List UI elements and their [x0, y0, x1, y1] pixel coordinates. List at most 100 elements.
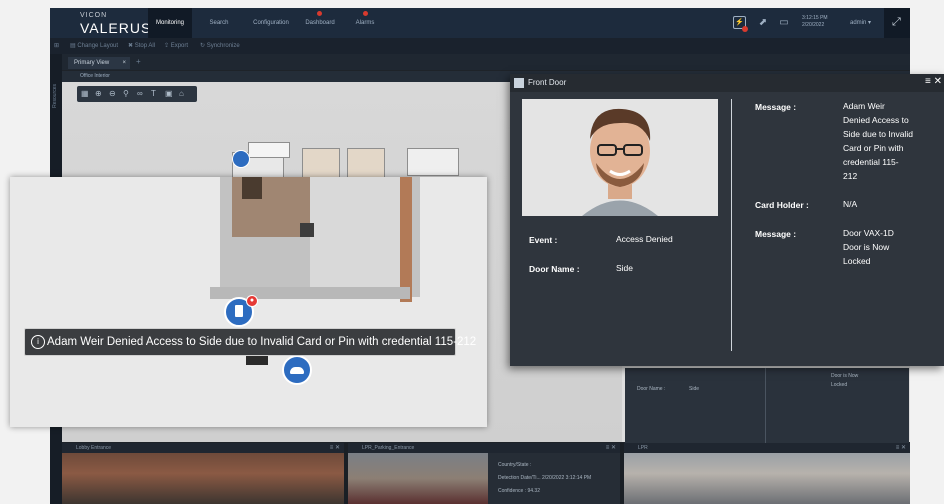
export-button[interactable]: ⇪ Export — [164, 42, 188, 49]
text-icon[interactable]: T — [151, 89, 160, 98]
alarms-alert-icon — [363, 11, 368, 16]
nav-tab-monitoring[interactable]: Monitoring — [148, 8, 192, 38]
clock: 3:12:15 PM 2/20/2022 — [802, 15, 828, 29]
fullscreen-button[interactable]: ⤢ — [884, 8, 910, 38]
layers-icon[interactable]: ▦ — [81, 89, 90, 98]
lpr-confidence-value: 94.32 — [527, 488, 540, 494]
info-icon: i — [31, 335, 45, 349]
zoom-out-icon[interactable]: ⊖ — [109, 89, 118, 98]
grid-icon[interactable]: ⊞ — [54, 42, 59, 49]
change-layout-button[interactable]: ▤ Change Layout — [70, 42, 118, 49]
video-tile-lobby-header: Lobby Entrance ≡ ✕ — [62, 443, 344, 453]
clock-time: 3:12:15 PM — [802, 15, 828, 21]
video-tile-lpr-parking[interactable]: LPR_Parking_Entrance ≡ ✕ Country/State : … — [348, 443, 620, 504]
home-icon[interactable]: ⌂ — [179, 89, 188, 98]
lpr-country-label: Country/State : — [498, 462, 532, 468]
lpr-detection-label: Detection Date/Ti... — [498, 475, 541, 481]
card-holder-value: N/A — [843, 199, 858, 209]
lobby-video-feed — [62, 453, 344, 504]
tab-primary-view-label: Primary View — [74, 60, 110, 66]
view-tabs: Primary View × + — [62, 54, 910, 70]
video-tile-lobby[interactable]: Lobby Entrance ≡ ✕ — [62, 443, 344, 504]
close-icon[interactable]: ≡ ✕ — [896, 443, 906, 453]
video-tile-lpr-title: LPR — [638, 445, 648, 451]
link-icon[interactable]: ∞ — [137, 89, 146, 98]
alarm-details-panel: Door Name : Side Door is Now Locked — [625, 368, 909, 443]
dashboard-alert-icon — [317, 11, 322, 16]
lpr-video-feed — [348, 453, 488, 504]
room-device — [300, 223, 314, 237]
events-alert-icon — [742, 26, 748, 32]
message-line: 212 — [843, 171, 858, 181]
video-tile-lpr-header: LPR ≡ ✕ — [624, 443, 910, 453]
lpr-street-video-feed — [624, 453, 910, 504]
messages-icon[interactable]: ▭ — [777, 16, 791, 30]
alarm-tooltip: i Adam Weir Denied Access to Side due to… — [24, 328, 476, 356]
message-value-2: Door VAX-1D Door is Now Locked — [843, 226, 894, 268]
change-layout-label: Change Layout — [77, 43, 119, 49]
shelf-furniture-2 — [347, 148, 385, 178]
map-camera-icon[interactable] — [232, 150, 250, 168]
tab-close-icon[interactable]: × — [122, 57, 126, 69]
under-divider — [765, 368, 766, 443]
menu-icon[interactable]: ≡ ✕ — [925, 76, 942, 87]
brand-vicon: VICON — [80, 12, 108, 19]
lpr-info: Country/State : Detection Date/Ti... 2/2… — [498, 459, 591, 498]
resources-rail-label: Resources — [52, 84, 58, 108]
search-map-icon[interactable]: ⚲ — [123, 89, 132, 98]
video-tile-lobby-title: Lobby Entrance — [76, 445, 112, 451]
under-door-value: Side — [689, 386, 700, 392]
lpr-confidence-row: Confidence : 94.32 — [498, 485, 591, 498]
message-line: Card or Pin with — [843, 143, 904, 153]
popup-header: Front Door ≡ ✕ — [510, 74, 944, 92]
dome-camera-icon — [290, 367, 304, 374]
synchronize-button[interactable]: ↻ Synchronize — [200, 42, 240, 49]
person-photo-icon — [522, 99, 718, 216]
nav-tab-configuration[interactable]: Configuration — [246, 8, 296, 38]
message-label-2: Message : — [755, 229, 797, 239]
door-alarm-badge-icon: ● — [246, 295, 258, 307]
cardholder-photo — [522, 99, 718, 216]
room-floor — [310, 177, 400, 287]
user-menu[interactable]: admin ▾ — [850, 19, 871, 26]
lpr-detection-row: Detection Date/Ti... 2/20/2022 3:12:14 P… — [498, 472, 591, 485]
view-toolbar: ⊞ ▤ Change Layout ✖ Stop All ⇪ Export ↻ … — [50, 38, 910, 55]
shelf-furniture — [302, 148, 340, 178]
map-panel-title: Office Interior — [80, 73, 110, 79]
message-line: Denied Access to — [843, 115, 909, 125]
tab-primary-view[interactable]: Primary View × — [68, 57, 130, 69]
event-value: Access Denied — [616, 234, 673, 244]
message-line: Adam Weir — [843, 101, 885, 111]
door-name-label: Door Name : — [529, 264, 580, 274]
stop-all-label: Stop All — [134, 43, 156, 49]
message-label: Message : — [755, 102, 797, 112]
brand-logo: VALERUS — [80, 20, 152, 36]
export-label: Export — [170, 43, 189, 49]
expand-icon: ⤢ — [892, 16, 901, 28]
nav-tab-search[interactable]: Search — [203, 8, 235, 38]
close-icon[interactable]: ≡ ✕ — [330, 443, 340, 453]
stop-all-button[interactable]: ✖ Stop All — [128, 42, 155, 49]
popup-title: Front Door — [528, 78, 567, 87]
close-icon[interactable]: ≡ ✕ — [606, 443, 616, 453]
door-name-value: Side — [616, 263, 634, 273]
message-line: credential 115- — [843, 157, 899, 167]
cabinet-furniture — [407, 148, 459, 176]
zoom-in-icon[interactable]: ⊕ — [95, 89, 104, 98]
video-tile-lpr[interactable]: LPR ≡ ✕ — [624, 443, 910, 504]
room-door-edge — [400, 177, 412, 302]
door-icon — [514, 78, 524, 88]
under-msg-a: Door is Now — [831, 373, 859, 379]
card-holder-label: Card Holder : — [755, 200, 809, 210]
message-value: Adam Weir Denied Access to Side due to I… — [843, 99, 913, 183]
camera-device-marker[interactable] — [282, 355, 312, 385]
image-icon[interactable]: ▣ — [165, 89, 174, 98]
bottom-video-tiles: Lobby Entrance ≡ ✕ LPR_Parking_Entrance ≡ … — [62, 443, 910, 504]
door-icon — [235, 305, 243, 317]
map-tools: ▦ ⊕ ⊖ ⚲ ∞ T ▣ ⌂ — [77, 86, 197, 102]
share-icon[interactable]: ⬈ — [756, 16, 770, 30]
add-tab-icon[interactable]: + — [136, 57, 141, 66]
message-line: Door is Now — [843, 242, 890, 252]
access-event-popup: Front Door ≡ ✕ Event : Access Denied Doo… — [510, 74, 944, 366]
message-line: Side due to Invalid — [843, 129, 913, 139]
